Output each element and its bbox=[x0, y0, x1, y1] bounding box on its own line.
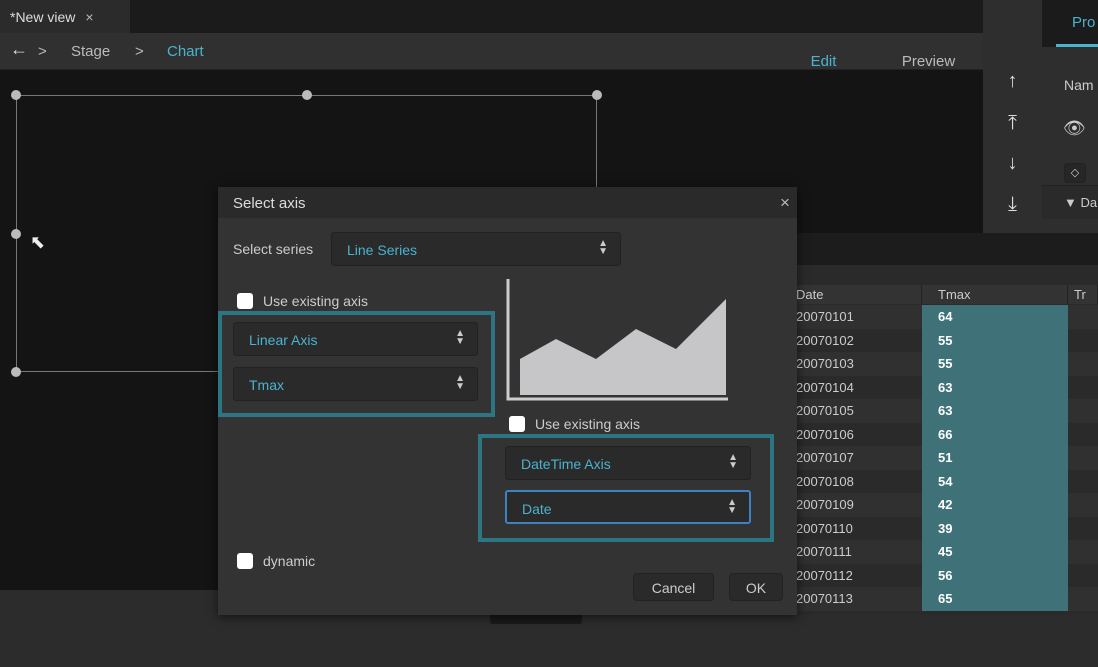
resize-handle[interactable] bbox=[302, 90, 312, 100]
move-to-bottom-icon[interactable]: ⤓ bbox=[983, 193, 1042, 216]
x-axis-field-value: Date bbox=[522, 501, 552, 517]
table-row[interactable]: 20070102 55 bbox=[790, 328, 1098, 352]
tmax-cell[interactable]: 54 bbox=[922, 469, 1068, 493]
table-row[interactable]: 20070105 63 bbox=[790, 399, 1098, 423]
tmax-cell[interactable]: 56 bbox=[922, 563, 1068, 587]
date-cell: 20070111 bbox=[796, 544, 852, 559]
column-header-date[interactable]: Date bbox=[790, 285, 922, 304]
table-row[interactable]: 20070110 39 bbox=[790, 516, 1098, 540]
x-axis-type-value: DateTime Axis bbox=[521, 456, 611, 472]
tmax-cell[interactable]: 63 bbox=[922, 399, 1068, 423]
updown-icon: ▲ ▼ bbox=[598, 238, 608, 257]
updown-icon: ▲ ▼ bbox=[728, 452, 738, 471]
move-up-icon[interactable]: ↑ bbox=[983, 70, 1042, 93]
area-chart-preview-icon bbox=[506, 279, 728, 401]
mouse-cursor-icon: ⬉ bbox=[30, 232, 46, 252]
select-axis-dialog: Select axis × Select series Line Series ▲… bbox=[218, 187, 797, 615]
tab-title: *New view bbox=[10, 9, 76, 25]
date-cell: 20070113 bbox=[796, 591, 853, 606]
date-cell: 20070110 bbox=[796, 520, 853, 536]
ok-button[interactable]: OK bbox=[729, 573, 783, 601]
resize-handle[interactable] bbox=[11, 90, 21, 100]
table-row[interactable]: 20070101 64 bbox=[790, 305, 1098, 329]
dynamic-label: dynamic bbox=[263, 553, 316, 569]
move-down-icon[interactable]: ↓ bbox=[983, 152, 1042, 175]
date-cell: 20070101 bbox=[796, 309, 854, 324]
tmax-cell[interactable]: 66 bbox=[922, 422, 1068, 446]
date-cell: 20070103 bbox=[796, 356, 854, 371]
move-to-top-icon[interactable]: ⤒ bbox=[983, 112, 1042, 135]
tmax-cell[interactable]: 45 bbox=[922, 540, 1068, 564]
date-cell: 20070108 bbox=[796, 473, 854, 489]
tmax-cell[interactable]: 64 bbox=[922, 305, 1068, 329]
tmax-cell[interactable]: 39 bbox=[922, 516, 1068, 540]
resize-handle[interactable] bbox=[11, 367, 21, 377]
breadcrumb-chart[interactable]: Chart bbox=[167, 43, 204, 60]
tab-underline bbox=[1056, 44, 1098, 47]
y-axis-type-select[interactable]: Linear Axis ▲ ▼ bbox=[233, 322, 478, 356]
updown-icon: ▲ ▼ bbox=[727, 497, 737, 516]
tab-properties[interactable]: Pro bbox=[1072, 14, 1095, 31]
date-cell: 20070112 bbox=[796, 567, 853, 583]
date-cell: 20070107 bbox=[796, 450, 854, 465]
date-cell: 20070104 bbox=[796, 379, 854, 395]
back-arrow-icon[interactable]: ← bbox=[10, 39, 28, 60]
data-section-toggle[interactable]: ▼ Da bbox=[1064, 195, 1097, 210]
y-axis-type-value: Linear Axis bbox=[249, 332, 318, 348]
y-axis-field-select[interactable]: Tmax ▲ ▼ bbox=[233, 367, 478, 401]
breadcrumb-stage[interactable]: Stage bbox=[71, 43, 110, 60]
tmax-cell[interactable]: 55 bbox=[922, 352, 1068, 376]
date-cell: 20070102 bbox=[796, 332, 854, 348]
cancel-button[interactable]: Cancel bbox=[633, 573, 714, 601]
table-row[interactable]: 20070107 51 bbox=[790, 446, 1098, 470]
table-row[interactable]: 20070111 45 bbox=[790, 540, 1098, 564]
date-cell: 20070105 bbox=[796, 403, 854, 418]
column-header-tr[interactable]: Tr bbox=[1068, 285, 1098, 304]
tmax-cell[interactable]: 63 bbox=[922, 375, 1068, 399]
tab-bar bbox=[0, 0, 983, 33]
x-axis-type-select[interactable]: DateTime Axis ▲ ▼ bbox=[505, 446, 751, 480]
dialog-title: Select axis bbox=[218, 187, 797, 218]
x-use-existing-axis-checkbox[interactable] bbox=[509, 416, 525, 432]
x-axis-field-select[interactable]: Date ▲ ▼ bbox=[505, 490, 751, 524]
y-use-existing-axis-label: Use existing axis bbox=[263, 293, 369, 309]
resize-handle[interactable] bbox=[11, 229, 21, 239]
series-select[interactable]: Line Series ▲ ▼ bbox=[331, 232, 621, 266]
breadcrumb: ← > Stage > Chart Edit Preview bbox=[0, 33, 983, 80]
tmax-cell[interactable]: 55 bbox=[922, 328, 1068, 352]
updown-icon: ▲ ▼ bbox=[455, 328, 465, 347]
name-label: Nam bbox=[1064, 77, 1094, 93]
layer-toolbar: ↑ ⤒ ↓ ⤓ bbox=[983, 0, 1042, 233]
date-cell: 20070109 bbox=[796, 497, 854, 512]
table-row[interactable]: 20070113 65 bbox=[790, 587, 1098, 611]
table-row[interactable]: 20070106 66 bbox=[790, 422, 1098, 446]
table-row[interactable]: 20070112 56 bbox=[790, 563, 1098, 587]
table-row[interactable]: 20070103 55 bbox=[790, 352, 1098, 376]
series-select-value: Line Series bbox=[347, 242, 418, 258]
tab-new-view[interactable]: *New view × bbox=[0, 0, 130, 33]
table-row[interactable]: 20070108 54 bbox=[790, 469, 1098, 493]
resize-handle[interactable] bbox=[592, 90, 602, 100]
date-cell: 20070106 bbox=[796, 426, 854, 442]
table-row[interactable]: 20070109 42 bbox=[790, 493, 1098, 517]
dynamic-checkbox[interactable] bbox=[237, 553, 253, 569]
column-header-tmax[interactable]: Tmax bbox=[922, 285, 1068, 304]
eye-icon[interactable]: 👁 bbox=[1063, 118, 1086, 139]
properties-header: Pro bbox=[1042, 0, 1098, 47]
table-row[interactable]: 20070104 63 bbox=[790, 375, 1098, 399]
close-icon[interactable]: × bbox=[780, 193, 790, 213]
tmax-cell[interactable]: 65 bbox=[922, 587, 1068, 611]
tmax-cell[interactable]: 51 bbox=[922, 446, 1068, 470]
y-use-existing-axis-checkbox[interactable] bbox=[237, 293, 253, 309]
breadcrumb-separator: > bbox=[135, 43, 144, 60]
breadcrumb-separator: > bbox=[38, 43, 47, 60]
x-use-existing-axis-label: Use existing axis bbox=[535, 416, 641, 432]
stepper-icon[interactable]: ◇ bbox=[1064, 163, 1086, 183]
select-series-label: Select series bbox=[233, 241, 314, 257]
tmax-cell[interactable]: 42 bbox=[922, 493, 1068, 517]
data-panel-header bbox=[797, 233, 1098, 265]
close-icon[interactable]: × bbox=[85, 9, 93, 25]
y-axis-field-value: Tmax bbox=[249, 377, 284, 393]
updown-icon: ▲ ▼ bbox=[455, 373, 465, 392]
